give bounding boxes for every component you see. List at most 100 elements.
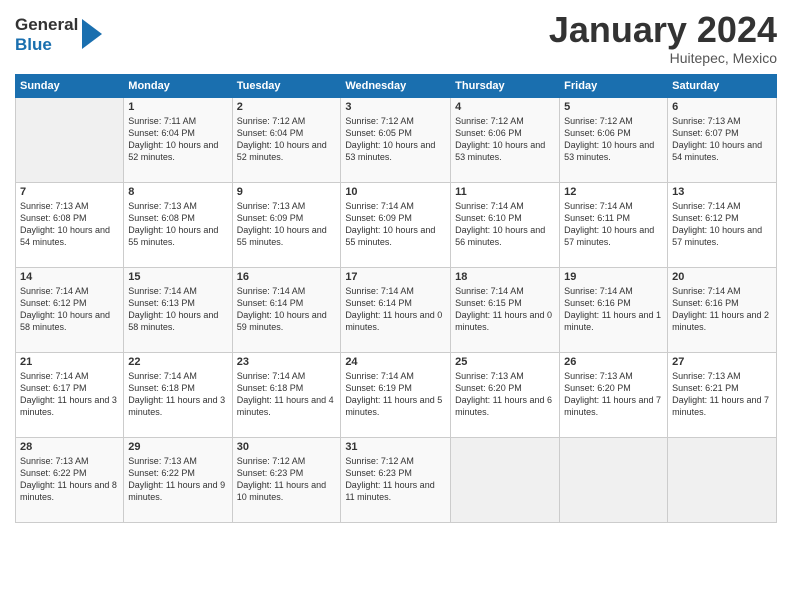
day-number: 24: [345, 356, 446, 368]
calendar-cell: 19 Sunrise: 7:14 AMSunset: 6:16 PMDayligh…: [560, 267, 668, 352]
day-info: Sunrise: 7:12 AMSunset: 6:06 PMDaylight:…: [564, 115, 663, 164]
logo-blue: Blue: [15, 35, 78, 55]
col-header-tuesday: Tuesday: [232, 74, 341, 97]
day-info: Sunrise: 7:13 AMSunset: 6:20 PMDaylight:…: [564, 370, 663, 419]
day-number: 3: [345, 101, 446, 113]
calendar-cell: 26 Sunrise: 7:13 AMSunset: 6:20 PMDayligh…: [560, 352, 668, 437]
col-header-sunday: Sunday: [16, 74, 124, 97]
day-info: Sunrise: 7:14 AMSunset: 6:12 PMDaylight:…: [672, 200, 772, 249]
day-number: 18: [455, 271, 555, 283]
calendar-cell: 2Sunrise: 7:12 AMSunset: 6:04 PMDaylight…: [232, 97, 341, 182]
calendar-cell: [16, 97, 124, 182]
day-info: Sunrise: 7:14 AMSunset: 6:13 PMDaylight:…: [128, 285, 227, 334]
col-header-thursday: Thursday: [451, 74, 560, 97]
calendar-cell: 16Sunrise: 7:14 AMSunset: 6:14 PMDayligh…: [232, 267, 341, 352]
day-info: Sunrise: 7:14 AMSunset: 6:14 PMDaylight:…: [237, 285, 337, 334]
day-info: Sunrise: 7:14 AMSunset: 6:16 PMDaylight:…: [564, 285, 663, 334]
calendar-cell: 20 Sunrise: 7:14 AMSunset: 6:16 PMDayligh…: [668, 267, 777, 352]
day-number: 10: [345, 186, 446, 198]
day-info: Sunrise: 7:14 AMSunset: 6:15 PMDaylight:…: [455, 285, 555, 334]
calendar-cell: 13 Sunrise: 7:14 AMSunset: 6:12 PMDayligh…: [668, 182, 777, 267]
calendar-cell: 28Sunrise: 7:13 AMSunset: 6:22 PMDayligh…: [16, 437, 124, 522]
day-number: 15: [128, 271, 227, 283]
calendar-cell: 3 Sunrise: 7:12 AMSunset: 6:05 PMDaylight…: [341, 97, 451, 182]
day-number: 14: [20, 271, 119, 283]
day-number: 22: [128, 356, 227, 368]
day-info: Sunrise: 7:13 AMSunset: 6:07 PMDaylight:…: [672, 115, 772, 164]
calendar-cell: 21 Sunrise: 7:14 AMSunset: 6:17 PMDayligh…: [16, 352, 124, 437]
page: General Blue January 2024 Huitepec, Mexi…: [0, 0, 792, 612]
day-info: Sunrise: 7:14 AMSunset: 6:19 PMDaylight:…: [345, 370, 446, 419]
calendar-cell: 14 Sunrise: 7:14 AMSunset: 6:12 PMDayligh…: [16, 267, 124, 352]
logo-general: General: [15, 15, 78, 35]
day-number: 8: [128, 186, 227, 198]
day-number: 9: [237, 186, 337, 198]
day-info: Sunrise: 7:12 AMSunset: 6:23 PMDaylight:…: [237, 455, 337, 504]
day-number: 5: [564, 101, 663, 113]
day-number: 7: [20, 186, 119, 198]
calendar-cell: 1Sunrise: 7:11 AMSunset: 6:04 PMDaylight…: [124, 97, 232, 182]
logo-triangle-icon: [82, 19, 102, 49]
col-header-friday: Friday: [560, 74, 668, 97]
day-info: Sunrise: 7:12 AMSunset: 6:04 PMDaylight:…: [237, 115, 337, 164]
subtitle: Huitepec, Mexico: [549, 50, 777, 66]
calendar-cell: 7Sunrise: 7:13 AMSunset: 6:08 PMDaylight…: [16, 182, 124, 267]
week-row-5: 28 Sunrise: 7:13 AMSunset: 6:22 PMDayligh…: [16, 437, 777, 522]
calendar-cell: 29 Sunrise: 7:13 AMSunset: 6:22 PMDayligh…: [124, 437, 232, 522]
calendar-cell: 9 Sunrise: 7:13 AMSunset: 6:09 PMDaylight…: [232, 182, 341, 267]
calendar-cell: 12 Sunrise: 7:14 AMSunset: 6:11 PMDayligh…: [560, 182, 668, 267]
calendar-cell: [451, 437, 560, 522]
calendar-cell: 10 Sunrise: 7:14 AMSunset: 6:09 PMDayligh…: [341, 182, 451, 267]
day-info: Sunrise: 7:12 AMSunset: 6:23 PMDaylight:…: [345, 455, 446, 504]
day-number: 28: [20, 441, 119, 453]
calendar-cell: 18 Sunrise: 7:14 AMSunset: 6:15 PMDayligh…: [451, 267, 560, 352]
calendar-cell: 25 Sunrise: 7:13 AMSunset: 6:20 PMDayligh…: [451, 352, 560, 437]
day-info: Sunrise: 7:14 AMSunset: 6:16 PMDaylight:…: [672, 285, 772, 334]
day-number: 25: [455, 356, 555, 368]
day-info: Sunrise: 7:12 AMSunset: 6:05 PMDaylight:…: [345, 115, 446, 164]
calendar-cell: 15 Sunrise: 7:14 AMSunset: 6:13 PMDayligh…: [124, 267, 232, 352]
day-number: 1: [128, 101, 227, 113]
calendar-cell: 6 Sunrise: 7:13 AMSunset: 6:07 PMDaylight…: [668, 97, 777, 182]
day-info: Sunrise: 7:13 AMSunset: 6:22 PMDaylight:…: [128, 455, 227, 504]
logo: General Blue: [15, 15, 102, 55]
day-number: 20: [672, 271, 772, 283]
header-row: SundayMondayTuesdayWednesdayThursdayFrid…: [16, 74, 777, 97]
week-row-1: 1Sunrise: 7:11 AMSunset: 6:04 PMDaylight…: [16, 97, 777, 182]
calendar-cell: 4Sunrise: 7:12 AMSunset: 6:06 PMDaylight…: [451, 97, 560, 182]
day-info: Sunrise: 7:13 AMSunset: 6:20 PMDaylight:…: [455, 370, 555, 419]
calendar-cell: 30Sunrise: 7:12 AMSunset: 6:23 PMDayligh…: [232, 437, 341, 522]
day-number: 4: [455, 101, 555, 113]
day-number: 12: [564, 186, 663, 198]
day-info: Sunrise: 7:14 AMSunset: 6:17 PMDaylight:…: [20, 370, 119, 419]
calendar-cell: 31Sunrise: 7:12 AMSunset: 6:23 PMDayligh…: [341, 437, 451, 522]
day-number: 13: [672, 186, 772, 198]
day-number: 19: [564, 271, 663, 283]
week-row-2: 7Sunrise: 7:13 AMSunset: 6:08 PMDaylight…: [16, 182, 777, 267]
calendar-cell: 11 Sunrise: 7:14 AMSunset: 6:10 PMDayligh…: [451, 182, 560, 267]
day-number: 21: [20, 356, 119, 368]
day-info: Sunrise: 7:14 AMSunset: 6:18 PMDaylight:…: [237, 370, 337, 419]
calendar-cell: 27Sunrise: 7:13 AMSunset: 6:21 PMDayligh…: [668, 352, 777, 437]
day-number: 23: [237, 356, 337, 368]
calendar-table: SundayMondayTuesdayWednesdayThursdayFrid…: [15, 74, 777, 523]
day-number: 29: [128, 441, 227, 453]
day-info: Sunrise: 7:14 AMSunset: 6:09 PMDaylight:…: [345, 200, 446, 249]
calendar-cell: [560, 437, 668, 522]
day-number: 11: [455, 186, 555, 198]
day-info: Sunrise: 7:14 AMSunset: 6:18 PMDaylight:…: [128, 370, 227, 419]
day-info: Sunrise: 7:14 AMSunset: 6:14 PMDaylight:…: [345, 285, 446, 334]
day-info: Sunrise: 7:13 AMSunset: 6:09 PMDaylight:…: [237, 200, 337, 249]
day-number: 6: [672, 101, 772, 113]
col-header-saturday: Saturday: [668, 74, 777, 97]
week-row-4: 21 Sunrise: 7:14 AMSunset: 6:17 PMDayligh…: [16, 352, 777, 437]
calendar-cell: 24 Sunrise: 7:14 AMSunset: 6:19 PMDayligh…: [341, 352, 451, 437]
day-info: Sunrise: 7:14 AMSunset: 6:11 PMDaylight:…: [564, 200, 663, 249]
calendar-cell: 8Sunrise: 7:13 AMSunset: 6:08 PMDaylight…: [124, 182, 232, 267]
month-title: January 2024: [549, 10, 777, 50]
day-info: Sunrise: 7:14 AMSunset: 6:12 PMDaylight:…: [20, 285, 119, 334]
col-header-monday: Monday: [124, 74, 232, 97]
calendar-cell: 5 Sunrise: 7:12 AMSunset: 6:06 PMDaylight…: [560, 97, 668, 182]
day-number: 26: [564, 356, 663, 368]
day-info: Sunrise: 7:14 AMSunset: 6:10 PMDaylight:…: [455, 200, 555, 249]
